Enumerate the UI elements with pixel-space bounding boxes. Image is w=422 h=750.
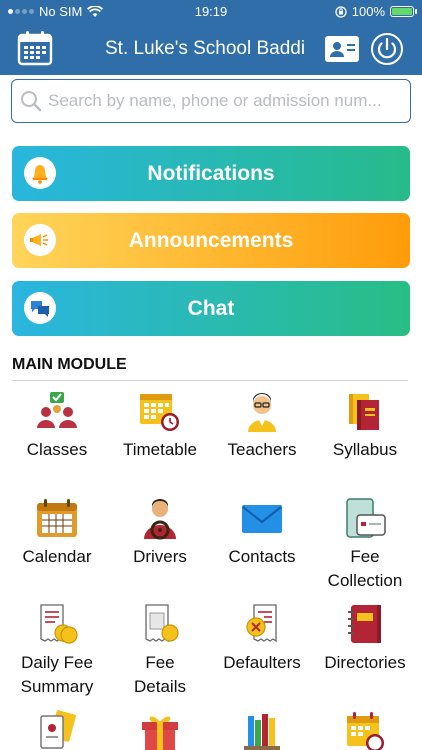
section-divider xyxy=(12,380,408,381)
timetable-icon xyxy=(140,394,179,431)
schedule-icon xyxy=(347,712,384,750)
library-icon xyxy=(244,714,280,750)
module-daily-fee-summary[interactable]: Daily Fee Summary xyxy=(7,603,107,699)
module-label: Fee Details xyxy=(134,653,186,696)
module-gift[interactable] xyxy=(110,710,210,750)
orientation-lock-icon xyxy=(335,5,347,18)
fee-details-icon xyxy=(145,604,179,643)
search-icon xyxy=(21,91,42,112)
megaphone-icon xyxy=(24,224,56,256)
module-timetable[interactable]: Timetable xyxy=(110,390,210,462)
module-label: Calendar xyxy=(22,547,92,566)
envelope-icon xyxy=(242,505,282,533)
battery-icon xyxy=(390,6,417,17)
module-classes[interactable]: Classes xyxy=(7,390,107,462)
module-label: Teachers xyxy=(227,440,297,459)
module-drivers[interactable]: Drivers xyxy=(110,497,210,569)
announcements-button[interactable]: Announcements xyxy=(12,213,410,268)
module-fee-details[interactable]: Fee Details xyxy=(110,603,210,699)
directory-icon xyxy=(348,605,381,643)
module-library[interactable] xyxy=(212,710,312,750)
logout-power-icon[interactable] xyxy=(370,32,404,66)
notifications-button[interactable]: Notifications xyxy=(12,146,410,201)
profile-card-icon[interactable] xyxy=(325,36,359,62)
school-title: St. Luke's School Baddi xyxy=(105,38,306,59)
battery-fill xyxy=(392,8,412,15)
module-teachers[interactable]: Teachers xyxy=(212,390,312,462)
chat-label: Chat xyxy=(187,296,235,320)
module-label: Drivers xyxy=(133,547,187,566)
status-bar: No SIM 19:19 100% xyxy=(0,0,422,24)
fee-collection-icon xyxy=(346,498,386,538)
daily-fee-summary-icon xyxy=(40,604,78,644)
calendar-icon xyxy=(37,499,77,537)
notifications-label: Notifications xyxy=(147,161,275,185)
chat-bubbles-icon xyxy=(24,292,56,324)
gift-icon xyxy=(142,716,178,750)
module-label: Contacts xyxy=(228,547,296,566)
module-label: Syllabus xyxy=(332,440,398,459)
module-label: Directories xyxy=(324,653,406,672)
module-syllabus[interactable]: Syllabus xyxy=(315,390,415,462)
chat-button[interactable]: Chat xyxy=(12,281,410,336)
app-header: No SIM 19:19 100% St. Luke's School Badd… xyxy=(0,0,422,75)
module-label: Classes xyxy=(26,440,88,459)
search-bar[interactable] xyxy=(11,79,411,123)
battery-percent: 100% xyxy=(351,4,385,19)
books-icon xyxy=(349,394,379,430)
module-id-cards[interactable] xyxy=(7,710,107,750)
teacher-icon xyxy=(248,393,276,432)
id-cards-icon xyxy=(40,710,76,749)
bell-icon xyxy=(24,157,56,189)
module-label: Defaulters xyxy=(223,653,301,672)
module-schedule[interactable] xyxy=(315,710,415,750)
module-label: Timetable xyxy=(122,440,197,459)
module-directories[interactable]: Directories xyxy=(315,603,415,675)
module-defaulters[interactable]: Defaulters xyxy=(212,603,312,675)
main-module-heading: MAIN MODULE xyxy=(12,356,127,373)
module-label: Fee Collection xyxy=(327,547,403,590)
module-contacts[interactable]: Contacts xyxy=(212,497,312,569)
search-input[interactable] xyxy=(48,86,404,116)
module-label: Daily Fee Summary xyxy=(20,653,94,696)
announcements-label: Announcements xyxy=(128,228,294,252)
classes-icon xyxy=(37,392,77,428)
defaulters-icon xyxy=(246,604,277,643)
module-calendar[interactable]: Calendar xyxy=(7,497,107,569)
driver-icon xyxy=(144,499,176,540)
calendar-icon[interactable] xyxy=(16,29,54,67)
module-fee-collection[interactable]: Fee Collection xyxy=(315,497,415,593)
